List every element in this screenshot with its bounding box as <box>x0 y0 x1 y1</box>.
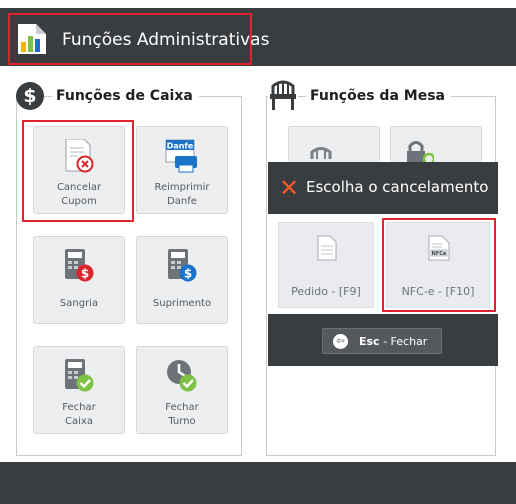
calculator-supply-icon: $ <box>168 249 197 282</box>
cancel-dialog-title: Escolha o cancelamento <box>306 178 489 196</box>
clock-close-icon <box>167 360 197 392</box>
tile-label: Fechar Caixa <box>62 402 96 427</box>
table-icon <box>268 80 298 112</box>
sangria-button[interactable]: $ Sangria <box>33 236 125 324</box>
cancel-order-option[interactable]: Pedido - [F9] <box>278 222 374 308</box>
cancel-receipt-highlight <box>22 120 134 222</box>
calculator-close-icon <box>65 359 94 392</box>
admin-chart-icon <box>18 24 46 54</box>
mesa-group-title: Funções da Mesa <box>306 88 451 104</box>
mesa-tile[interactable] <box>390 126 482 163</box>
tile-label: Reimprimir Danfe <box>154 182 210 207</box>
calculator-withdraw-icon: $ <box>65 249 94 282</box>
mesa-tile[interactable] <box>288 126 380 162</box>
nfce-option-highlight <box>382 218 496 312</box>
close-shift-button[interactable]: Fechar Turno <box>136 346 228 434</box>
table-icon <box>310 147 332 159</box>
dollar-icon: $ <box>16 82 44 110</box>
danfe-printer-icon: Danfe <box>165 139 197 173</box>
close-x-icon: ✕ <box>279 174 300 202</box>
reprint-danfe-button[interactable]: Danfe Reimprimir Danfe <box>136 126 228 214</box>
close-key: Esc <box>359 335 380 348</box>
lock-icon <box>407 141 434 163</box>
close-dialog-button[interactable]: ⇦ Esc - Fechar <box>322 328 442 354</box>
svg-text:$: $ <box>184 267 192 281</box>
tile-label: Suprimento <box>152 298 212 309</box>
page-title: Funções Administrativas <box>62 30 270 50</box>
option-label: Pedido - [F9] <box>291 285 361 298</box>
danfe-badge: Danfe <box>167 142 194 151</box>
close-button-label: Esc - Fechar <box>359 335 427 348</box>
svg-text:$: $ <box>81 267 89 281</box>
close-label: - Fechar <box>379 335 428 348</box>
suprimento-button[interactable]: $ Suprimento <box>136 236 228 324</box>
caixa-group-title: Funções de Caixa <box>52 88 199 104</box>
tile-label: Fechar Turno <box>165 402 199 427</box>
footer-bar <box>0 462 516 504</box>
tile-label: Sangria <box>59 298 99 309</box>
document-icon <box>317 235 337 261</box>
exit-icon: ⇦ <box>333 334 348 349</box>
close-register-button[interactable]: Fechar Caixa <box>33 346 125 434</box>
